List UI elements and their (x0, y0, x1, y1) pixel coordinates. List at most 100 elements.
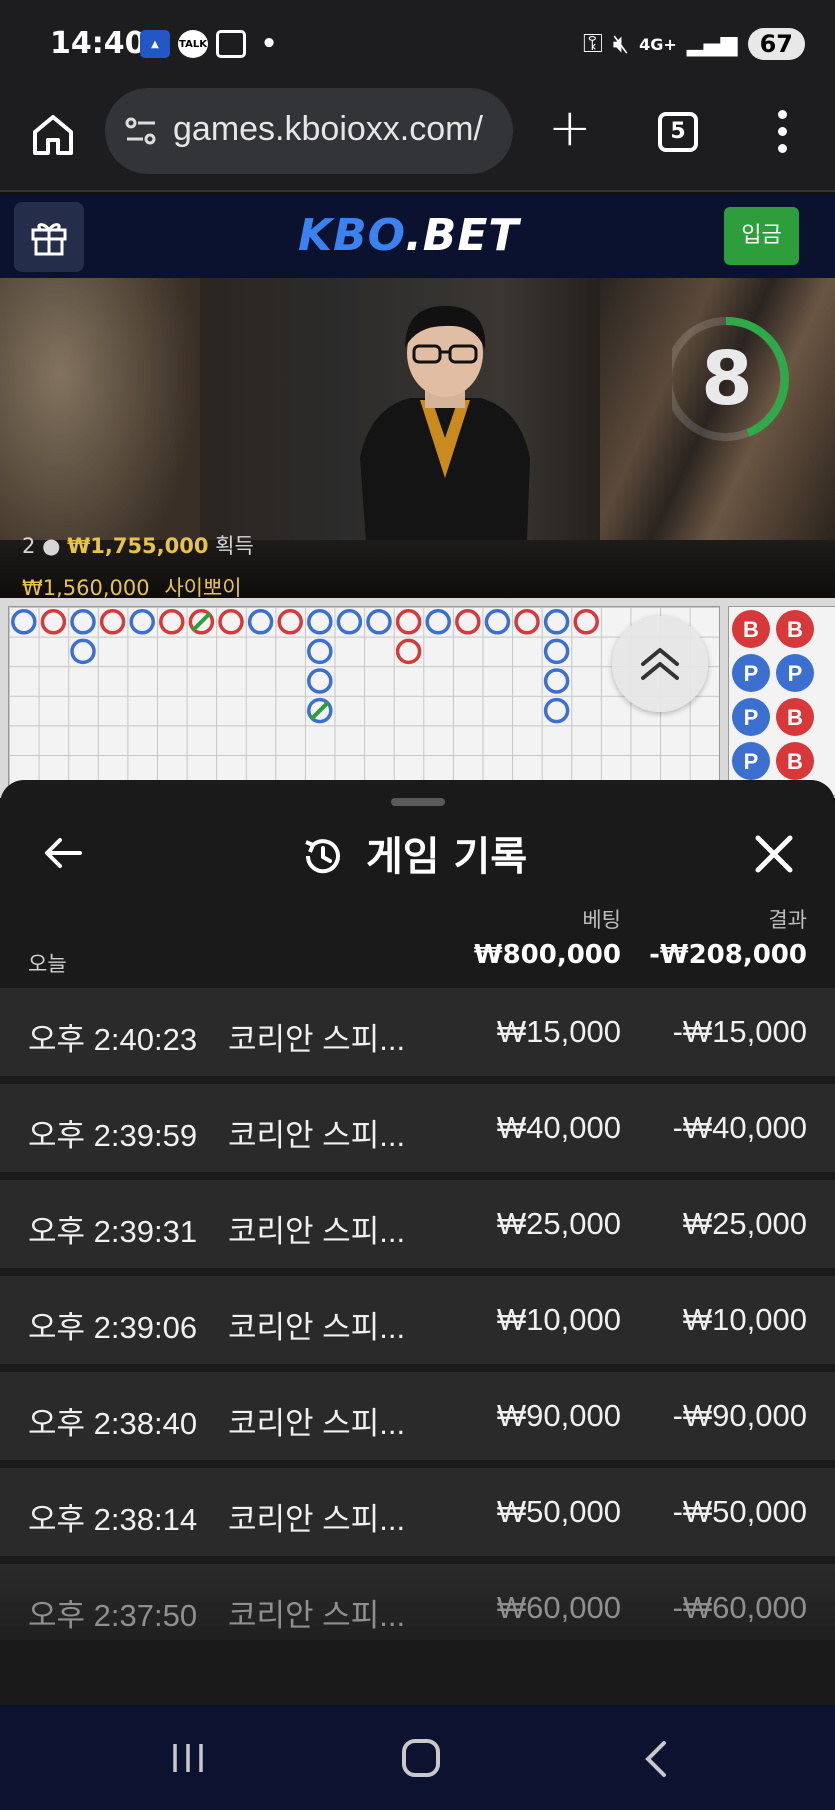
row-game: 코리안 스피... (228, 1406, 406, 1441)
big-road[interactable] (8, 606, 720, 796)
system-icons: ⚿ 🔇︎ 4G+ ▂▄▆ 67 (583, 28, 805, 60)
browser-toolbar: games.kboioxx.com/ + 5 (0, 88, 835, 192)
address-bar[interactable]: games.kboioxx.com/ (105, 88, 513, 174)
road-marker (70, 609, 96, 635)
row-result: ₩10,000 (682, 1302, 807, 1337)
double-chevron-up-icon (641, 648, 679, 680)
road-marker (159, 609, 185, 635)
new-tab-button[interactable]: + (548, 102, 592, 154)
countdown-number: 8 (701, 336, 753, 422)
row-result: -₩50,000 (672, 1494, 807, 1529)
winners-summary: 2 ● ₩1,755,000 획득 (22, 534, 254, 558)
today-total-bet: ₩800,000 (473, 940, 621, 970)
tab-switcher-button[interactable]: 5 (658, 112, 698, 152)
system-home-button[interactable] (402, 1739, 440, 1777)
screenshot-icon (216, 30, 246, 58)
recent-apps-button[interactable] (170, 1741, 206, 1775)
site-logo[interactable]: KBO.BET (298, 210, 519, 261)
road-marker (307, 638, 333, 665)
road-marker (366, 609, 392, 635)
row-bet: ₩10,000 (496, 1302, 621, 1337)
bead-label: P (744, 705, 759, 730)
road-marker (70, 638, 96, 665)
row-game: 코리안 스피... (228, 1598, 406, 1633)
tie-marker (191, 611, 212, 633)
row-game: 코리안 스피... (228, 1502, 406, 1537)
road-marker (573, 609, 599, 635)
top-winner: ₩1,560,000 사이뽀이 (22, 576, 242, 598)
back-arrow-icon[interactable] (40, 830, 86, 876)
row-bet: ₩40,000 (496, 1110, 621, 1145)
column-header-bet: 베팅 (582, 908, 621, 932)
road-marker (425, 609, 451, 635)
road-marker (336, 609, 363, 635)
sheet-title: 게임 기록 (366, 834, 528, 880)
expand-roadmap-button[interactable] (612, 616, 708, 712)
talk-icon: TALK (178, 30, 208, 58)
today-total-result: -₩208,000 (649, 940, 807, 970)
road-marker (455, 609, 481, 635)
history-row[interactable]: 오후 2:38:14 코리안 스피... ₩50,000 -₩50,000 (0, 1468, 835, 1556)
row-time: 오후 2:39:31 (28, 1214, 198, 1249)
row-time: 오후 2:38:14 (28, 1502, 198, 1537)
road-marker (40, 609, 67, 635)
notification-icons: ▲ TALK • (140, 29, 284, 59)
row-result: -₩60,000 (672, 1590, 807, 1625)
history-list: 오후 2:40:23 코리안 스피... ₩15,000 -₩15,000 오후 2:3… (0, 988, 835, 1660)
url-text[interactable]: games.kboioxx.com/ (173, 110, 483, 149)
road-marker (247, 609, 274, 635)
bead-label: P (744, 661, 759, 686)
gift-button[interactable] (14, 202, 84, 272)
mute-icon: 🔇︎ (612, 28, 630, 59)
row-game: 코리안 스피... (228, 1214, 406, 1249)
history-row[interactable]: 오후 2:37:50 코리안 스피... ₩60,000 -₩60,000 (0, 1564, 835, 1652)
bead-label: P (788, 661, 803, 686)
key-icon: ⚿ (582, 28, 603, 59)
row-bet: ₩60,000 (496, 1590, 621, 1625)
user-icon: ● (42, 534, 61, 558)
row-time: 오후 2:38:40 (28, 1406, 198, 1441)
row-result: -₩15,000 (672, 1014, 807, 1049)
column-header-result: 결과 (768, 908, 807, 932)
bead-road[interactable]: BPPPBPBB (728, 606, 835, 796)
status-bar: 14:40 ▲ TALK • ⚿ 🔇︎ 4G+ ▂▄▆ 67 (0, 0, 835, 88)
live-video[interactable]: 8 2 ● ₩1,755,000 획득 ₩1,560,000 사이뽀이 (0, 278, 835, 598)
bead-label: B (743, 617, 759, 642)
road-marker (543, 609, 570, 635)
network-type: 4G+ (639, 34, 677, 54)
bead-label: B (787, 617, 803, 642)
deposit-button[interactable]: 입금 (724, 207, 799, 265)
close-icon[interactable] (752, 832, 796, 876)
signal-icon: ▂▄▆ (686, 31, 738, 57)
road-marker (307, 668, 333, 694)
row-time: 오후 2:40:23 (28, 1022, 198, 1057)
history-row[interactable]: 오후 2:38:40 코리안 스피... ₩90,000 -₩90,000 (0, 1372, 835, 1460)
site-settings-icon[interactable] (123, 114, 159, 148)
system-nav-bar (0, 1705, 835, 1810)
game-history-sheet: 게임 기록 베팅 결과 오늘 ₩800,000 -₩208,000 오후 2:4… (0, 780, 835, 1705)
history-row[interactable]: 오후 2:39:06 코리안 스피... ₩10,000 ₩10,000 (0, 1276, 835, 1364)
road-marker (129, 609, 155, 635)
browser-menu-button[interactable] (772, 108, 792, 158)
row-game: 코리안 스피... (228, 1118, 406, 1153)
row-result: -₩90,000 (672, 1398, 807, 1433)
gift-icon (31, 223, 67, 256)
road-marker (543, 638, 570, 665)
road-marker (514, 609, 540, 635)
dot-icon: • (260, 29, 278, 59)
status-time: 14:40 (50, 26, 146, 61)
history-row[interactable]: 오후 2:40:23 코리안 스피... ₩15,000 -₩15,000 (0, 988, 835, 1076)
history-row[interactable]: 오후 2:39:31 코리안 스피... ₩25,000 ₩25,000 (0, 1180, 835, 1268)
home-icon[interactable] (30, 112, 76, 158)
row-time: 오후 2:39:06 (28, 1310, 198, 1345)
road-marker (543, 697, 570, 724)
system-back-button[interactable] (640, 1739, 670, 1779)
site-header: KBO.BET 입금 (0, 194, 835, 278)
row-result: ₩25,000 (682, 1206, 807, 1241)
row-time: 오후 2:39:59 (28, 1118, 198, 1153)
history-row[interactable]: 오후 2:39:59 코리안 스피... ₩40,000 -₩40,000 (0, 1084, 835, 1172)
row-game: 코리안 스피... (228, 1310, 406, 1345)
drag-handle[interactable] (391, 798, 445, 806)
road-marker (99, 609, 126, 635)
row-time: 오후 2:37:50 (28, 1598, 198, 1633)
